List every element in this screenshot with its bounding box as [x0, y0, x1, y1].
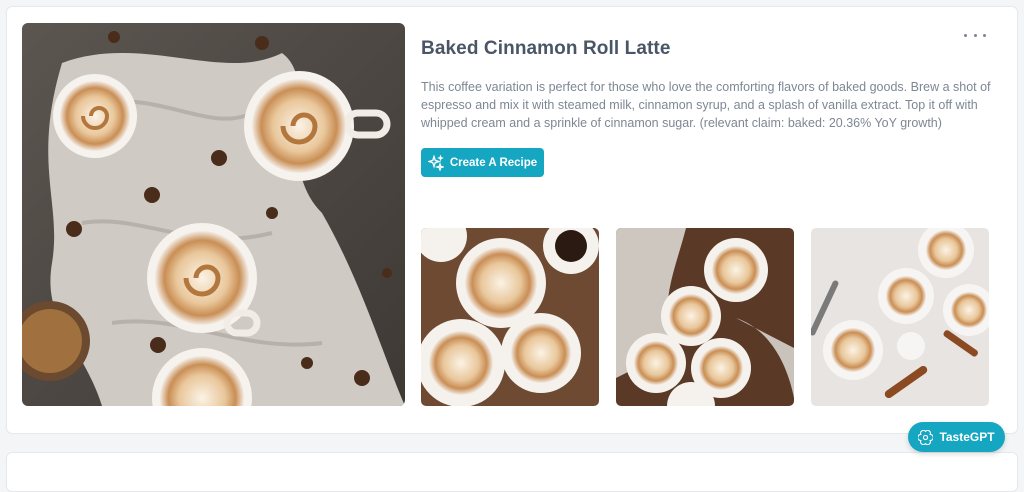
thumbnail-image-1[interactable]	[421, 228, 599, 406]
thumbnail-image-2[interactable]	[616, 228, 794, 406]
tastegpt-label: TasteGPT	[939, 430, 995, 444]
openai-icon	[918, 429, 934, 445]
create-recipe-button[interactable]: Create A Recipe	[421, 148, 544, 177]
more-dot	[983, 33, 986, 37]
more-options-icon[interactable]	[964, 28, 986, 42]
recipe-title: Baked Cinnamon Roll Latte	[421, 38, 671, 59]
tastegpt-button[interactable]: TasteGPT	[908, 422, 1005, 452]
recipe-description: This coffee variation is perfect for tho…	[421, 80, 991, 130]
more-dot	[964, 33, 967, 37]
thumbnail-image-3[interactable]	[811, 228, 989, 406]
create-recipe-label: Create A Recipe	[449, 156, 538, 169]
hero-image	[22, 23, 405, 406]
sparkle-icon	[427, 154, 444, 171]
next-recipe-card	[6, 452, 1018, 492]
more-dot	[973, 33, 977, 37]
